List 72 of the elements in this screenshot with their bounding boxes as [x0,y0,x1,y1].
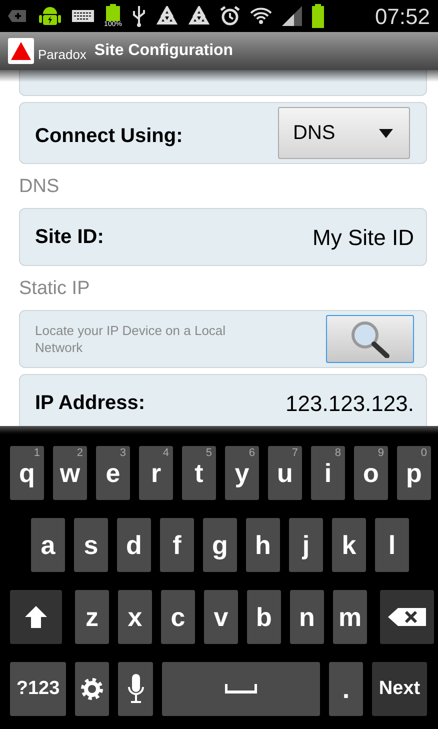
keyboard-key[interactable]: h [246,518,280,572]
keyboard-key[interactable]: u 7 [268,446,302,500]
locate-description: Locate your IP Device on a Local Network [35,322,227,356]
search-icon [350,320,390,358]
key-hint: 4 [162,448,169,459]
wifi-icon [250,6,272,26]
keyboard-key[interactable]: v [204,590,238,644]
keyboard-key[interactable]: w 2 [53,446,87,500]
field-label: IP Address: [35,391,146,416]
app-name: Paradox [38,46,86,64]
backspace-key[interactable] [380,590,434,644]
keyboard-icon [72,10,94,22]
keyboard-key[interactable]: t 5 [182,446,216,500]
battery-icon [312,4,324,28]
keyboard-key[interactable]: d [117,518,151,572]
next-key[interactable]: Next [372,662,427,716]
keyboard-key[interactable]: m [333,590,367,644]
key-hint: 7 [292,448,298,459]
key-hint: 0 [420,448,427,459]
text-input-field[interactable]: My Site ID [312,220,414,254]
field-label: Site ID: [35,225,104,250]
settings-icon [80,677,104,701]
keyboard-key[interactable]: . [329,662,363,716]
key-hint: 9 [378,448,384,459]
signal-icon [282,6,302,26]
search-button[interactable] [326,315,414,363]
keyboard-key[interactable]: s [74,518,108,572]
keyboard-key[interactable]: o 9 [354,446,388,500]
microphone-icon [126,674,144,704]
up-arrow-icon [25,606,47,628]
key-hint: 1 [34,448,40,459]
dropdown-arrow-icon [379,128,393,138]
key-hint: 5 [206,448,212,459]
key-hint: 6 [248,448,255,459]
key-hint: 3 [120,448,126,459]
clock-time: 07:52 [374,2,430,30]
backspace-icon [388,608,426,626]
keyboard-key[interactable]: e 3 [96,446,130,500]
keyboard-key[interactable]: j [289,518,323,572]
keyboard-key[interactable]: a [31,518,65,572]
connect-dropdown[interactable]: DNS [278,107,410,159]
notification-icon [8,8,28,24]
keyboard-key[interactable]: l [375,518,409,572]
section-heading: Static IP [19,276,90,301]
keyboard-key[interactable]: i 8 [311,446,345,500]
screen-title: Site Configuration [94,41,234,61]
keyboard-key[interactable]: y 6 [225,446,259,500]
field-label: Connect Using: [35,124,183,149]
section-heading: DNS [19,174,60,199]
keyboard-key[interactable]: f [160,518,194,572]
keyboard-key[interactable]: c [161,590,195,644]
shift-key[interactable] [10,590,62,644]
keyboard-key[interactable]: q 1 [10,446,44,500]
keyboard-key[interactable]: g [203,518,237,572]
space-bar-icon [225,684,257,694]
android-icon [38,4,62,28]
microphone-key[interactable] [118,662,153,716]
keyboard-key[interactable]: b [247,590,281,644]
keyboard-key[interactable]: p 0 [397,446,431,500]
key-hint: 2 [76,448,83,459]
keyboard-key[interactable]: z [75,590,109,644]
usb-icon [132,5,146,27]
keyboard-key[interactable]: x [118,590,152,644]
app-logo-icon [8,38,34,64]
alarm-clock-icon [220,6,240,26]
keyboard-key[interactable]: n [290,590,324,644]
keyboard-key[interactable]: k [332,518,366,572]
key-hint: 8 [334,448,341,459]
symbols-key[interactable]: ?123 [10,662,66,716]
settings-key[interactable] [75,662,109,716]
keyboard-key[interactable]: r 4 [139,446,173,500]
text-input-field[interactable]: 123.123.123. [286,386,414,420]
